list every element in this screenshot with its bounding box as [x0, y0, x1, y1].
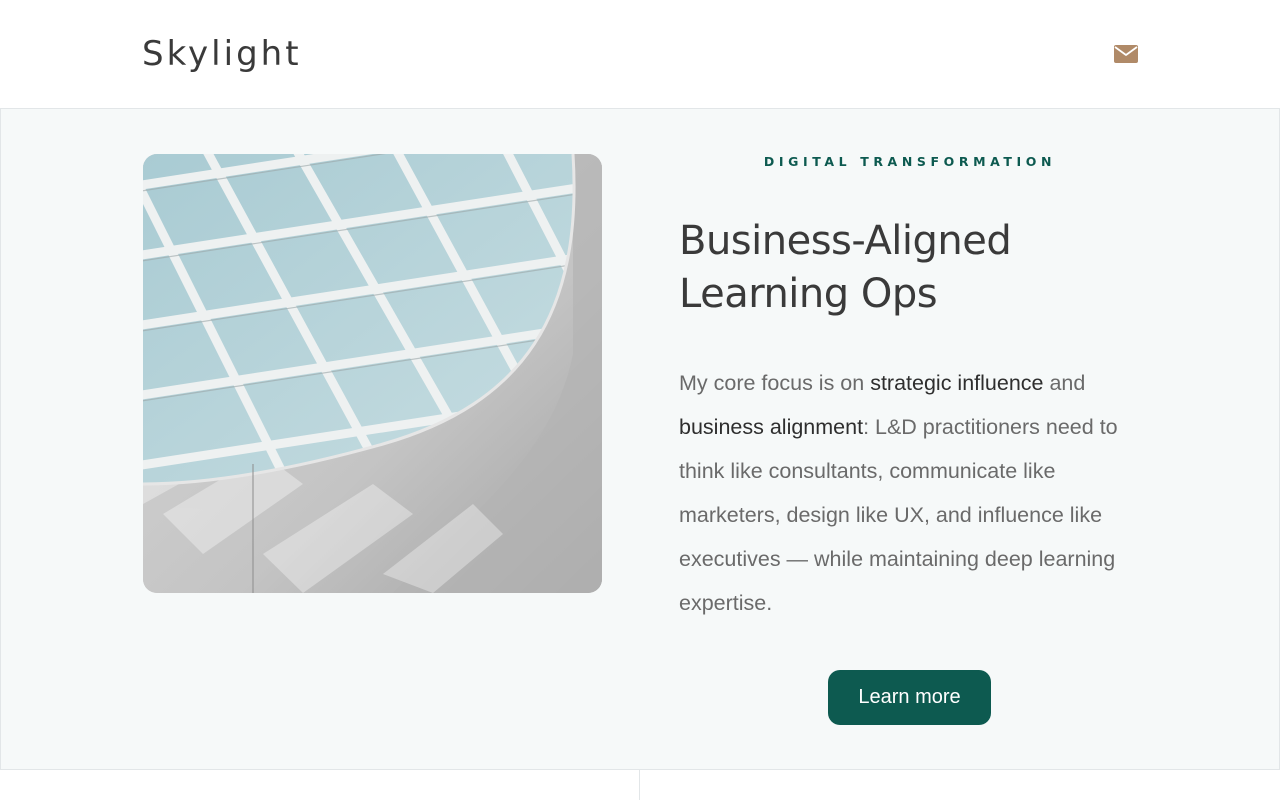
- highlight-strategic-influence: strategic influence: [870, 371, 1044, 395]
- page-title: Business-Aligned Learning Ops: [679, 215, 1149, 321]
- column-divider: [639, 770, 640, 800]
- body-part-3: : L&D practitioners need to think like c…: [679, 415, 1118, 615]
- mail-button[interactable]: [1112, 41, 1140, 67]
- highlight-business-alignment: business alignment: [679, 415, 864, 439]
- headline-line-1: Business-Aligned: [679, 218, 1012, 264]
- body-part-2: and: [1043, 371, 1086, 395]
- site-header: Skylight: [0, 0, 1280, 109]
- headline-line-2: Learning Ops: [679, 271, 938, 317]
- hero-section: DIGITAL TRANSFORMATION Business-Aligned …: [0, 109, 1280, 770]
- envelope-icon: [1114, 45, 1138, 63]
- site-logo[interactable]: Skylight: [142, 34, 302, 74]
- hero-description: My core focus is on strategic influence …: [679, 361, 1141, 625]
- hero-image: [143, 154, 602, 593]
- body-part-1: My core focus is on: [679, 371, 871, 395]
- learn-more-button[interactable]: Learn more: [828, 670, 991, 725]
- next-section-preview: [0, 770, 1280, 800]
- eyebrow-label: DIGITAL TRANSFORMATION: [763, 154, 1057, 169]
